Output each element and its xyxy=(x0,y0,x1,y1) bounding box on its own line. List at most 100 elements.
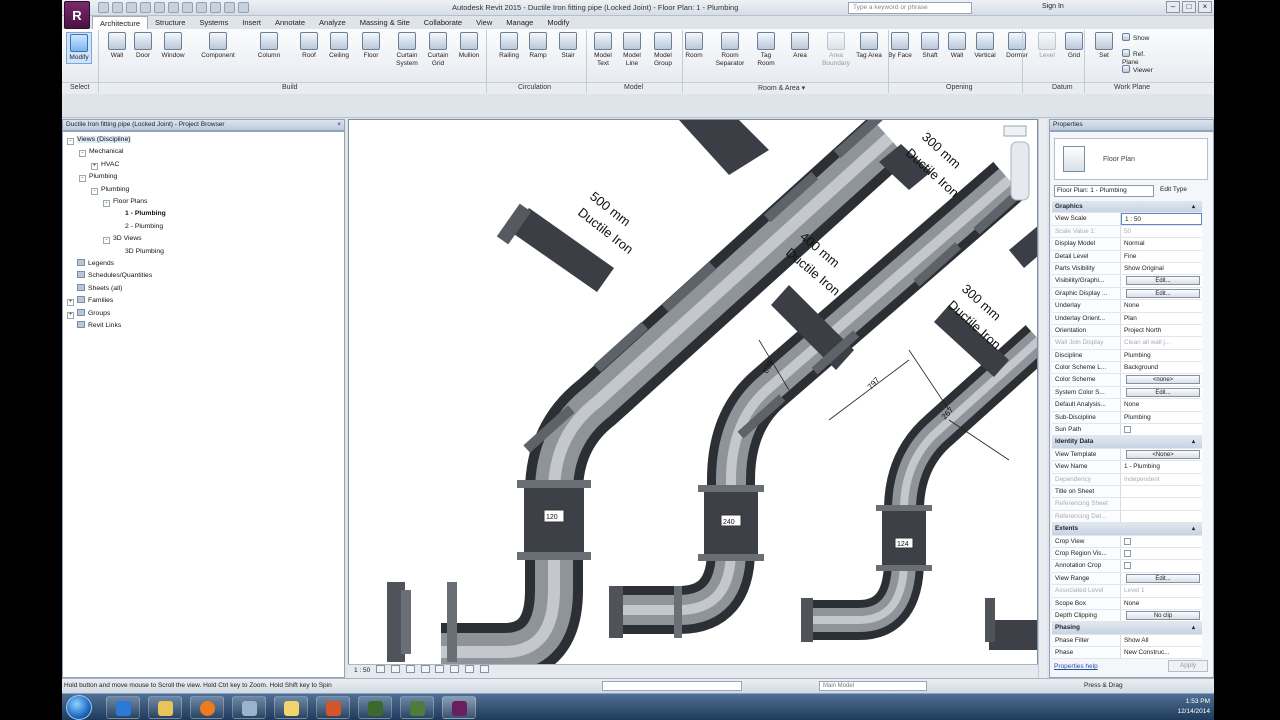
property-value[interactable]: No clip xyxy=(1121,609,1202,622)
collapse-icon[interactable]: ▴ xyxy=(1192,523,1202,534)
tool-viewer[interactable]: Viewer xyxy=(1122,65,1162,75)
tree-item[interactable]: - Plumbing xyxy=(63,184,344,196)
tree-item[interactable]: + Families xyxy=(63,295,344,307)
tab-systems[interactable]: Systems xyxy=(192,16,235,29)
property-value[interactable] xyxy=(1121,535,1202,547)
tab-insert[interactable]: Insert xyxy=(235,16,268,29)
section-icon[interactable] xyxy=(210,2,221,13)
edit-type-button[interactable]: Edit Type xyxy=(1160,186,1187,193)
property-value[interactable] xyxy=(1121,485,1202,498)
expand-icon[interactable]: + xyxy=(67,311,74,319)
measure-icon[interactable] xyxy=(168,2,179,13)
property-value[interactable]: Normal xyxy=(1121,238,1202,250)
property-value[interactable]: 1 : 50 xyxy=(1121,213,1202,225)
thin-lines-icon[interactable] xyxy=(224,2,235,13)
tree-item[interactable]: - Mechanical xyxy=(63,146,344,158)
tool-room-separator[interactable]: Room Separator xyxy=(712,32,748,68)
property-value[interactable]: None xyxy=(1121,399,1202,411)
property-edit-button[interactable]: Edit... xyxy=(1126,276,1200,286)
tool-mullion[interactable]: Mullion xyxy=(454,32,484,60)
taskbar-app[interactable] xyxy=(232,696,266,719)
property-value[interactable]: Show Original xyxy=(1121,262,1202,275)
undo-icon[interactable] xyxy=(126,2,137,13)
tool-level[interactable]: Level xyxy=(1036,32,1058,60)
taskbar-app3[interactable] xyxy=(400,696,434,719)
tab-collaborate[interactable]: Collaborate xyxy=(417,16,469,29)
tool-tag-area[interactable]: Tag Area xyxy=(854,32,884,60)
property-value[interactable]: Fine xyxy=(1121,250,1202,262)
application-menu-button[interactable]: R xyxy=(64,1,90,29)
tab-view[interactable]: View xyxy=(469,16,499,29)
sign-in-link[interactable]: Sign In xyxy=(1042,3,1064,10)
tree-item[interactable]: + Groups xyxy=(63,308,344,320)
property-value[interactable]: Independent xyxy=(1121,473,1202,485)
collapse-icon[interactable]: ▴ xyxy=(1192,201,1202,212)
collapse-icon[interactable]: - xyxy=(67,138,74,145)
property-value[interactable]: Show All xyxy=(1121,634,1202,647)
tab-architecture[interactable]: Architecture xyxy=(92,16,149,29)
temporary-hide-icon[interactable] xyxy=(464,665,474,673)
property-value[interactable]: 1 - Plumbing xyxy=(1121,461,1202,473)
tree-item[interactable]: 3D Plumbing xyxy=(63,246,344,258)
property-value[interactable] xyxy=(1121,547,1202,560)
taskbar-app2[interactable] xyxy=(358,696,392,719)
tab-structure[interactable]: Structure xyxy=(148,16,192,29)
shadows-icon[interactable] xyxy=(420,665,430,673)
property-value[interactable] xyxy=(1121,510,1202,523)
open-icon[interactable] xyxy=(98,2,109,13)
tool-show[interactable]: Show xyxy=(1122,33,1162,43)
tool-shaft[interactable]: Shaft xyxy=(918,32,942,60)
tree-item[interactable]: -3D Views xyxy=(63,233,344,245)
tab-modify[interactable]: Modify xyxy=(540,16,576,29)
property-value[interactable]: Level 1 xyxy=(1121,585,1202,597)
property-value[interactable]: Edit... xyxy=(1121,386,1202,399)
collapse-icon[interactable]: ▴ xyxy=(1192,436,1202,447)
redo-icon[interactable] xyxy=(140,2,151,13)
property-group[interactable]: Extents ▴ xyxy=(1052,523,1202,536)
tool-set[interactable]: Set xyxy=(1094,32,1114,60)
tool-vertical[interactable]: Vertical xyxy=(972,32,998,60)
press-drag-toggle[interactable]: Press & Drag xyxy=(1084,679,1123,693)
detail-level-icon[interactable] xyxy=(376,665,386,673)
property-value[interactable]: Project North xyxy=(1121,324,1202,337)
tool-wall[interactable]: Wall xyxy=(106,32,128,60)
view-controls[interactable] xyxy=(1003,125,1027,137)
maximize-icon[interactable]: □ xyxy=(1182,1,1196,13)
reveal-hidden-icon[interactable] xyxy=(479,665,489,673)
navigation-bar[interactable] xyxy=(1010,141,1030,201)
property-value[interactable]: None xyxy=(1121,597,1202,609)
taskbar-revit[interactable] xyxy=(442,696,476,719)
property-value[interactable]: Plan xyxy=(1121,312,1202,324)
tree-item[interactable]: + HVAC xyxy=(63,159,344,171)
tree-item[interactable]: - Plumbing xyxy=(63,171,344,183)
property-value[interactable]: <none> xyxy=(1121,374,1202,386)
workset-combo[interactable] xyxy=(602,681,742,691)
tool-ceiling[interactable]: Ceiling xyxy=(325,32,353,60)
property-value[interactable]: Edit... xyxy=(1121,287,1202,300)
property-value[interactable] xyxy=(1121,560,1202,572)
show-crop-icon[interactable] xyxy=(450,665,460,673)
sun-path-icon[interactable] xyxy=(405,665,415,673)
print-icon[interactable] xyxy=(154,2,165,13)
canvas-scrollbar[interactable] xyxy=(1038,119,1047,678)
property-value[interactable] xyxy=(1121,424,1202,436)
property-edit-button[interactable]: <None> xyxy=(1126,449,1200,459)
property-edit-button[interactable]: Edit... xyxy=(1126,573,1200,583)
tab-manage[interactable]: Manage xyxy=(499,16,540,29)
view-scale[interactable]: 1 : 50 xyxy=(354,667,370,674)
tool-component[interactable]: Component xyxy=(196,32,240,60)
tool-railing[interactable]: Railing xyxy=(496,32,522,60)
tool-area[interactable]: Area xyxy=(788,32,812,60)
tab-annotate[interactable]: Annotate xyxy=(268,16,312,29)
tool-stair[interactable]: Stair xyxy=(556,32,580,60)
tool-tag-room[interactable]: Tag Room xyxy=(752,32,780,68)
taskbar-powerpoint[interactable] xyxy=(316,696,350,719)
property-value[interactable]: 50 xyxy=(1121,225,1202,238)
tool-window[interactable]: Window xyxy=(158,32,188,60)
property-group[interactable]: Phasing ▴ xyxy=(1052,622,1202,635)
property-value[interactable]: New Construc... xyxy=(1121,647,1202,659)
main-model-combo[interactable]: Main Model xyxy=(819,681,927,691)
start-button[interactable] xyxy=(66,695,92,720)
property-checkbox[interactable] xyxy=(1124,549,1131,557)
property-checkbox[interactable] xyxy=(1124,426,1131,434)
